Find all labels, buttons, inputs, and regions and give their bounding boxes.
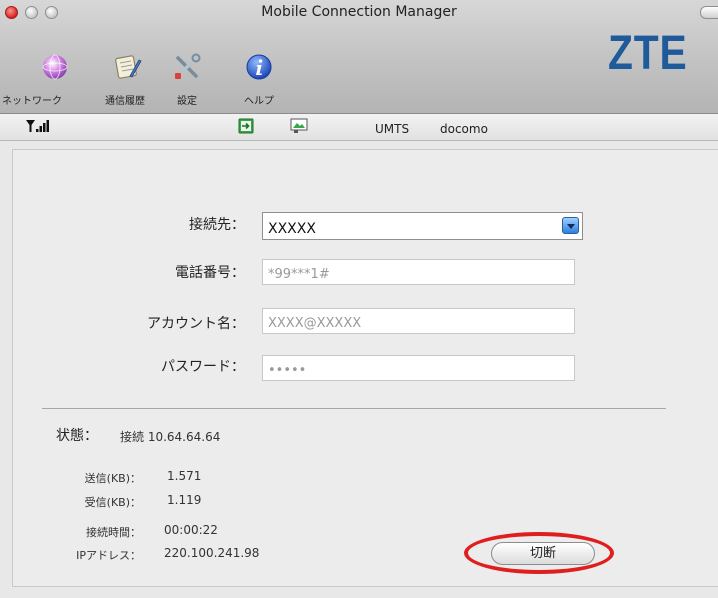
connect-to-label: 接続先：: [189, 217, 245, 233]
received-label: 受信(KB)：: [84, 496, 141, 509]
toolbar-help-button[interactable]: [244, 52, 274, 82]
tools-icon: [175, 53, 201, 79]
connection-status-icon: [238, 118, 254, 134]
carrier-text: docomo: [440, 122, 488, 136]
phone-number-field[interactable]: *99***1#: [262, 259, 575, 285]
ip-address-label: IPアドレス：: [76, 549, 141, 562]
received-value: 1.119: [167, 493, 202, 507]
app-window: Mobile Connection Manager ZTE ネットワーク 通信履…: [0, 0, 718, 598]
state-value: 接続 10.64.64.64: [120, 430, 221, 444]
connection-time-label: 接続時間：: [86, 526, 141, 539]
connect-to-select[interactable]: XXXXX: [262, 212, 583, 240]
globe-icon: [42, 54, 68, 80]
section-divider: [42, 408, 666, 409]
state-label: 状態：: [56, 428, 98, 444]
phone-number-label: 電話番号：: [175, 265, 245, 281]
network-type-text: UMTS: [375, 122, 410, 136]
connect-to-value: XXXXX: [268, 221, 316, 237]
message-icon[interactable]: [290, 118, 308, 134]
chevron-down-icon[interactable]: [562, 217, 579, 234]
toolbar-history-label: 通信履歴: [105, 96, 145, 107]
toolbar-network-button[interactable]: [40, 52, 70, 82]
account-name-label: アカウント名：: [147, 316, 245, 332]
toolbar-history-button[interactable]: [112, 52, 142, 82]
toolbar-network-label: ネットワーク: [2, 96, 62, 107]
window-title: Mobile Connection Manager: [261, 4, 457, 20]
account-name-field[interactable]: XXXX@XXXXX: [262, 308, 575, 334]
password-field[interactable]: •••••: [262, 355, 575, 381]
notepad-icon: [115, 55, 142, 79]
toolbar-settings-label: 設定: [177, 96, 197, 107]
password-label: パスワード：: [161, 359, 245, 375]
status-bar: UMTS docomo: [0, 114, 718, 141]
toolbar-settings-button[interactable]: [172, 52, 202, 82]
sent-label: 送信(KB)：: [84, 472, 141, 485]
signal-strength-icon: [26, 120, 49, 132]
highlight-ring: [464, 532, 614, 574]
toolbar-help-label: ヘルプ: [244, 96, 274, 107]
zte-logo: ZTE: [608, 27, 688, 80]
connection-time-value: 00:00:22: [164, 523, 218, 537]
ip-address-value: 220.100.241.98: [164, 546, 260, 560]
info-icon: [246, 54, 272, 80]
toolbar: Mobile Connection Manager ZTE ネットワーク 通信履…: [0, 0, 718, 114]
sent-value: 1.571: [167, 469, 202, 483]
